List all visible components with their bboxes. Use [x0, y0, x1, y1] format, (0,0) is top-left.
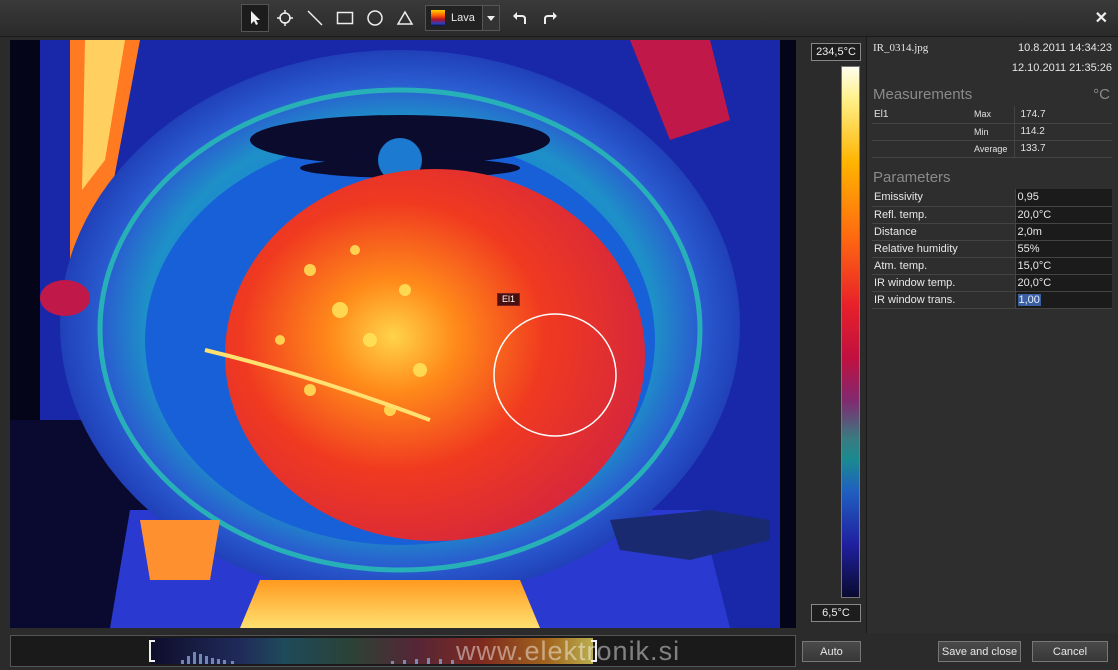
rectangle-tool-button[interactable]: [331, 4, 359, 32]
parameters-table: Emissivity 0,95 Refl. temp. 20,0°C Dista…: [872, 189, 1112, 309]
measurement-value: 174.7: [1013, 106, 1112, 124]
parameter-row: Relative humidity 55%: [872, 240, 1112, 258]
parameter-value-field[interactable]: 15,0°C: [1014, 257, 1112, 275]
redo-button[interactable]: [536, 4, 564, 32]
measurement-name: [872, 123, 972, 141]
parameter-row: Emissivity 0,95: [872, 189, 1112, 207]
parameter-value-field[interactable]: 2,0m: [1014, 223, 1112, 241]
date-taken: 10.8.2011 14:34:23: [1018, 42, 1112, 54]
measurement-name: [872, 140, 972, 158]
thermal-image[interactable]: El1: [10, 40, 796, 628]
circle-icon: [367, 10, 383, 26]
histogram[interactable]: www.elektronik.si: [10, 635, 796, 667]
measurement-name: El1: [872, 106, 972, 124]
undo-icon: [513, 12, 526, 24]
measurements-table: El1 Max 174.7 Min 114.2 Average 133.7: [872, 106, 1112, 158]
scale-max-field[interactable]: 234,5°C: [811, 43, 861, 61]
parameter-row: Refl. temp. 20,0°C: [872, 206, 1112, 224]
parameter-label: IR window temp.: [872, 274, 1015, 292]
parameter-label: Atm. temp.: [872, 257, 1015, 275]
cursor-icon: [251, 11, 260, 25]
parameter-row: IR window trans. 1,00: [872, 291, 1112, 309]
file-name: IR_0314.jpg: [873, 42, 929, 54]
close-icon[interactable]: ✕: [1095, 8, 1108, 28]
undo-button[interactable]: [506, 4, 534, 32]
triangle-icon: [396, 10, 414, 25]
palette-label: Lava: [451, 12, 475, 24]
info-panel: IR_0314.jpg 10.8.2011 14:34:23 12.10.201…: [866, 37, 1118, 633]
parameter-label: Relative humidity: [872, 240, 1015, 258]
roi-label[interactable]: El1: [497, 293, 521, 306]
measurements-unit: °C: [1093, 86, 1110, 103]
rectangle-icon: [336, 11, 354, 25]
parameter-label: IR window trans.: [872, 291, 1015, 309]
parameter-value-field[interactable]: 20,0°C: [1014, 206, 1112, 224]
parameter-label: Refl. temp.: [872, 206, 1015, 224]
color-scale-bar: [841, 66, 860, 598]
parameter-row: Atm. temp. 15,0°C: [872, 257, 1112, 275]
redo-icon: [544, 12, 557, 24]
parameter-label: Emissivity: [872, 189, 1015, 207]
measurement-label: Min: [972, 123, 1014, 141]
parameter-row: Distance 2,0m: [872, 223, 1112, 241]
auto-button[interactable]: Auto: [802, 641, 861, 662]
measurement-row[interactable]: El1 Max 174.7: [872, 106, 1112, 124]
parameters-title: Parameters: [873, 169, 951, 186]
parameter-row: IR window temp. 20,0°C: [872, 274, 1112, 292]
save-and-close-button[interactable]: Save and close: [938, 641, 1021, 662]
palette-swatch-icon: [431, 10, 445, 26]
measurement-value: 133.7: [1013, 140, 1112, 158]
measurement-label: Average: [972, 140, 1014, 158]
bottom-bar: www.elektronik.si Auto Save and close Ca…: [0, 633, 1118, 670]
parameter-value-field[interactable]: 20,0°C: [1014, 274, 1112, 292]
select-tool-button[interactable]: [241, 4, 269, 32]
parameter-label: Distance: [872, 223, 1015, 241]
crosshair-icon: [277, 10, 293, 26]
triangle-tool-button[interactable]: [391, 4, 419, 32]
parameter-value-selected: 1,00: [1017, 293, 1041, 306]
watermark: www.elektronik.si: [456, 636, 681, 666]
measurements-title: Measurements: [873, 86, 973, 103]
spot-tool-button[interactable]: [271, 4, 299, 32]
date-modified: 12.10.2011 21:35:26: [1011, 62, 1112, 74]
parameter-value-field[interactable]: 0,95: [1014, 189, 1112, 207]
line-tool-button[interactable]: [301, 4, 329, 32]
line-icon: [307, 10, 323, 26]
measurement-row[interactable]: Min 114.2: [872, 123, 1112, 141]
ellipse-tool-button[interactable]: [361, 4, 389, 32]
parameter-value-field[interactable]: 55%: [1014, 240, 1112, 258]
measurement-label: Max: [972, 106, 1014, 124]
cancel-button[interactable]: Cancel: [1032, 641, 1108, 662]
palette-select[interactable]: Lava: [425, 5, 500, 31]
measurement-value: 114.2: [1013, 123, 1112, 141]
scale-min-field[interactable]: 6,5°C: [811, 604, 861, 622]
histogram-min-handle[interactable]: [149, 640, 155, 662]
toolbar: Lava ✕: [0, 0, 1118, 37]
measurement-row[interactable]: Average 133.7: [872, 140, 1112, 158]
parameter-value-field[interactable]: 1,00: [1014, 291, 1112, 309]
chevron-down-icon[interactable]: [482, 6, 499, 30]
